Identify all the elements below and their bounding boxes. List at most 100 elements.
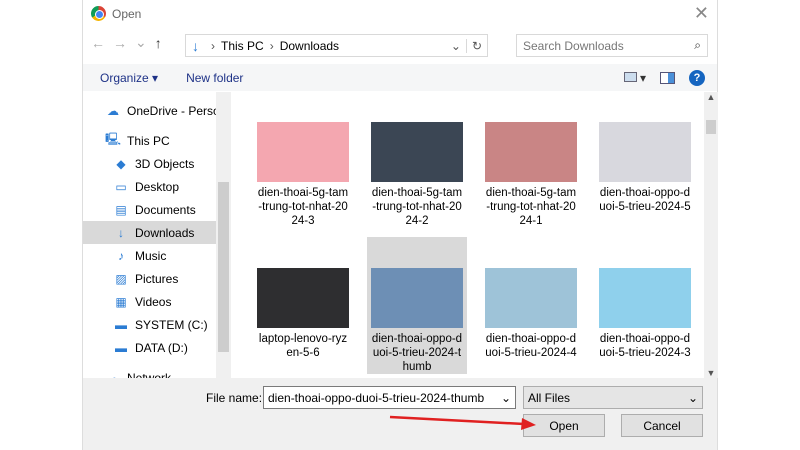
breadcrumb-downloads[interactable]: Downloads <box>280 39 339 53</box>
search-placeholder: Search Downloads <box>523 38 624 53</box>
chrome-icon <box>91 6 106 21</box>
drive-icon: ▬ <box>115 317 127 332</box>
desktop-icon: ▭ <box>115 179 127 194</box>
pictures-icon: ▨ <box>115 271 127 286</box>
file-name: dien-thoai-5g-tam-trung-tot-nhat-2024-3 <box>257 187 349 227</box>
scroll-up-icon[interactable]: ▲ <box>704 92 718 102</box>
file-view: dien-thoai-5g-tam-trung-tot-nhat-2024-3 d… <box>253 92 721 378</box>
sidebar-scrollbar[interactable] <box>216 92 231 378</box>
document-icon: ▤ <box>115 202 127 217</box>
file-thumbnail <box>485 122 577 182</box>
network-icon: ☁ <box>107 370 119 379</box>
nav-buttons: ← → ⌄ ↑ <box>91 34 162 51</box>
forward-button[interactable]: → <box>113 35 127 51</box>
navigation-pane: ☁ OneDrive - Persor 🖳 This PC ◆ 3D Objects ▭ De… <box>83 92 231 378</box>
file-thumbnail <box>257 122 349 182</box>
sidebar-item-label: Desktop <box>135 179 180 194</box>
cancel-button[interactable]: Cancel <box>621 414 703 437</box>
search-icon[interactable]: ⌕ <box>694 38 701 53</box>
new-folder-button[interactable]: New folder <box>186 71 243 85</box>
file-thumbnail <box>257 268 349 328</box>
sidebar-item-label: Documents <box>135 202 196 217</box>
sidebar-item-label: Pictures <box>135 271 179 286</box>
download-icon: ↓ <box>192 37 199 54</box>
file-item[interactable]: dien-thoai-oppo-duoi-5-trieu-2024-4 <box>481 237 581 360</box>
chevron-right-icon: › <box>211 38 215 53</box>
sidebar-item-label: SYSTEM (C:) <box>135 317 208 332</box>
sidebar-item-downloads[interactable]: ↓ Downloads <box>83 221 231 244</box>
title-bar: Open <box>91 6 141 21</box>
sidebar-item-label: 3D Objects <box>135 156 195 171</box>
file-item[interactable]: dien-thoai-oppo-duoi-5-trieu-2024-thumb <box>367 237 467 374</box>
sidebar-item-onedrive-persor[interactable]: ☁ OneDrive - Persor <box>83 99 231 122</box>
scroll-thumb[interactable] <box>706 120 716 134</box>
sidebar-item-label: Music <box>135 248 167 263</box>
file-item[interactable]: dien-thoai-5g-tam-trung-tot-nhat-2024-2 <box>367 122 467 228</box>
change-view-button[interactable]: ▾ <box>623 71 646 85</box>
file-item[interactable]: dien-thoai-5g-tam-trung-tot-nhat-2024-1 <box>481 122 581 228</box>
file-thumbnail <box>371 268 463 328</box>
back-button[interactable]: ← <box>91 35 105 51</box>
scroll-thumb[interactable] <box>218 182 229 352</box>
open-dialog: Open ✕ ← → ⌄ ↑ ↓ › This PC › Downloads ⌄… <box>82 0 718 450</box>
file-name: dien-thoai-oppo-duoi-5-trieu-2024-3 <box>599 333 691 359</box>
file-name: laptop-lenovo-ryzen-5-6 <box>258 333 348 359</box>
sidebar-item-system-c[interactable]: ▬ SYSTEM (C:) <box>83 313 231 336</box>
sidebar-item-label: OneDrive - Persor <box>127 103 224 118</box>
sidebar-item-documents[interactable]: ▤ Documents <box>83 198 231 221</box>
chevron-down-icon: ⌄ <box>687 390 698 405</box>
file-thumbnail <box>371 122 463 182</box>
file-name-value: dien-thoai-oppo-duoi-5-trieu-2024-thumb <box>268 390 485 405</box>
computer-icon: 🖳 <box>105 132 122 146</box>
file-item[interactable]: dien-thoai-oppo-duoi-5-trieu-2024-5 <box>595 122 695 214</box>
file-name: dien-thoai-oppo-duoi-5-trieu-2024-thumb <box>371 333 463 373</box>
scroll-down-icon[interactable]: ▼ <box>704 368 718 378</box>
refresh-button[interactable]: ↻ <box>467 39 487 53</box>
search-input[interactable]: Search Downloads ⌕ <box>516 34 708 57</box>
file-thumbnail <box>599 268 691 328</box>
sidebar-item-network[interactable]: ☁ Network <box>83 366 231 379</box>
file-name: dien-thoai-5g-tam-trung-tot-nhat-2024-2 <box>371 187 463 227</box>
file-type-value: All Files <box>528 390 571 405</box>
sidebar-item-label: Videos <box>135 294 172 309</box>
file-view-scrollbar[interactable]: ▲ ▼ <box>704 92 718 378</box>
drive-icon: ▬ <box>115 340 127 355</box>
file-name: dien-thoai-5g-tam-trung-tot-nhat-2024-1 <box>485 187 577 227</box>
sidebar-item-label: Downloads <box>135 225 195 240</box>
organize-button[interactable]: Organize ▾ <box>100 71 158 85</box>
file-type-select[interactable]: All Files ⌄ <box>523 386 703 409</box>
file-item[interactable]: laptop-lenovo-ryzen-5-6 <box>253 237 353 360</box>
sidebar-item-this-pc[interactable]: 🖳 This PC <box>83 129 231 152</box>
cube-icon: ◆ <box>116 156 126 171</box>
sidebar-item-data-d[interactable]: ▬ DATA (D:) <box>83 336 231 359</box>
file-item[interactable]: dien-thoai-5g-tam-trung-tot-nhat-2024-3 <box>253 122 353 228</box>
file-name-input[interactable]: dien-thoai-oppo-duoi-5-trieu-2024-thumb … <box>263 386 516 409</box>
file-name: dien-thoai-oppo-duoi-5-trieu-2024-4 <box>485 333 577 359</box>
sidebar-item-videos[interactable]: ▦ Videos <box>83 290 231 313</box>
cloud-icon: ☁ <box>107 103 119 118</box>
video-icon: ▦ <box>115 294 127 309</box>
breadcrumb-this-pc[interactable]: This PC <box>221 39 264 53</box>
view-icon <box>623 71 637 82</box>
sidebar-item-label: This PC <box>127 133 170 148</box>
dialog-title: Open <box>112 6 142 21</box>
sidebar-item-music[interactable]: ♪ Music <box>83 244 231 267</box>
file-item[interactable]: dien-thoai-oppo-duoi-5-trieu-2024-3 <box>595 237 695 360</box>
up-button[interactable]: ↑ <box>155 35 162 51</box>
preview-pane-button[interactable] <box>660 71 675 84</box>
download-icon: ↓ <box>118 225 124 240</box>
close-button[interactable]: ✕ <box>694 3 709 24</box>
chevron-right-icon: › <box>269 38 274 53</box>
file-name: dien-thoai-oppo-duoi-5-trieu-2024-5 <box>599 187 691 213</box>
address-bar[interactable]: ↓ › This PC › Downloads ⌄ ↻ <box>185 34 488 57</box>
sidebar-item-pictures[interactable]: ▨ Pictures <box>83 267 231 290</box>
address-dropdown[interactable]: ⌄ <box>446 38 467 53</box>
music-icon: ♪ <box>118 248 124 263</box>
help-button[interactable]: ? <box>689 69 705 86</box>
toolbar: Organize ▾ New folder ▾ ? <box>83 64 717 91</box>
recent-locations-button[interactable]: ⌄ <box>135 34 147 51</box>
chevron-down-icon[interactable]: ⌄ <box>501 391 511 405</box>
sidebar-item-3d-objects[interactable]: ◆ 3D Objects <box>83 152 231 175</box>
sidebar-item-desktop[interactable]: ▭ Desktop <box>83 175 231 198</box>
file-thumbnail <box>485 268 577 328</box>
